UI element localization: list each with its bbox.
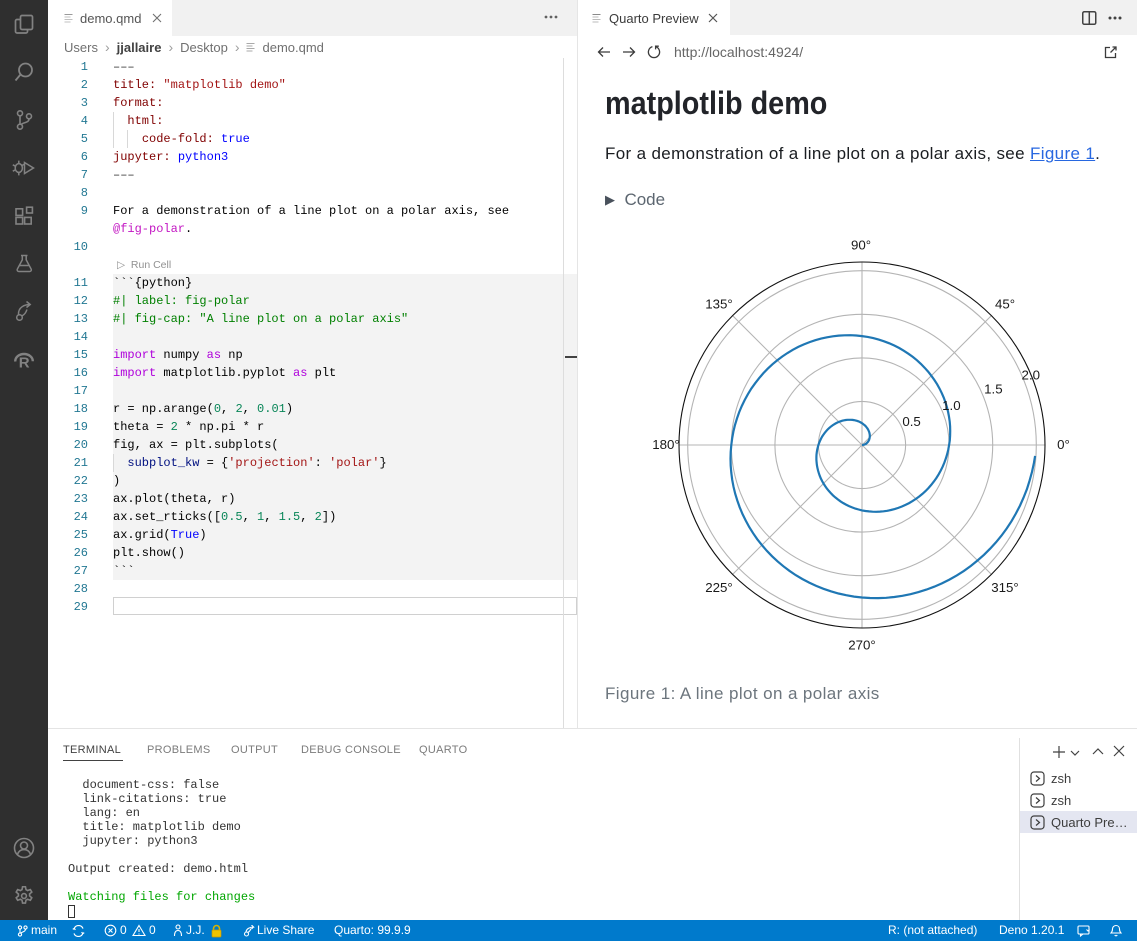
svg-text:1.0: 1.0 [942, 398, 961, 413]
svg-text:45°: 45° [995, 297, 1015, 312]
svg-text:0°: 0° [1057, 437, 1070, 452]
svg-text:270°: 270° [848, 638, 876, 653]
svg-text:135°: 135° [705, 297, 733, 312]
svg-text:225°: 225° [705, 580, 733, 595]
svg-text:0.5: 0.5 [902, 414, 921, 429]
svg-text:R: R [19, 355, 30, 372]
svg-text:180°: 180° [652, 437, 680, 452]
svg-text:315°: 315° [991, 580, 1019, 595]
svg-text:2.0: 2.0 [1022, 368, 1041, 383]
svg-text:90°: 90° [851, 238, 871, 253]
svg-text:1.5: 1.5 [984, 382, 1003, 397]
